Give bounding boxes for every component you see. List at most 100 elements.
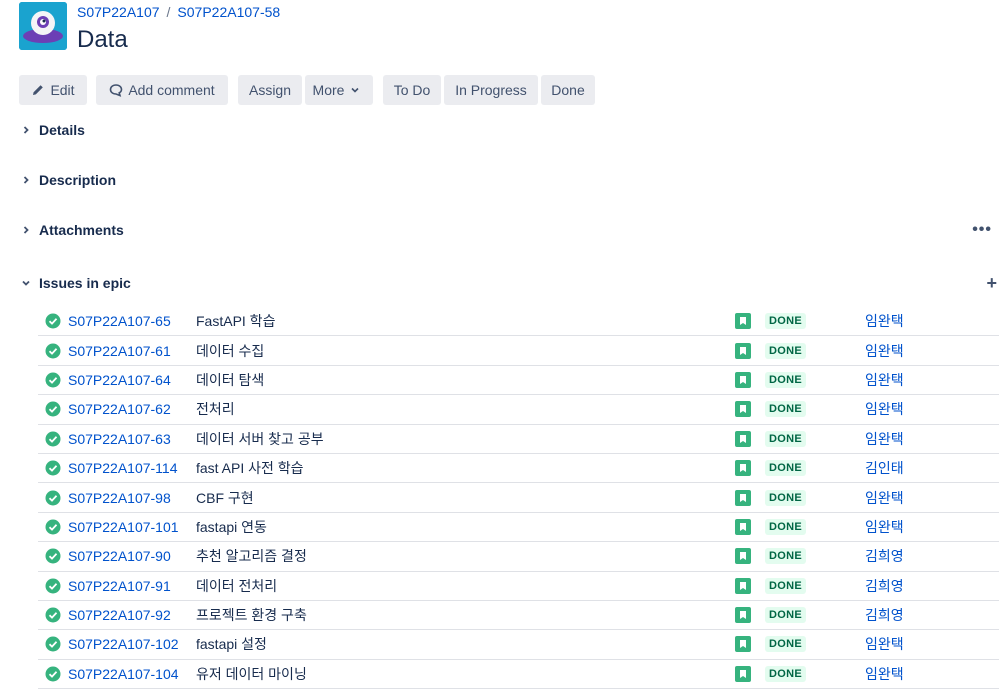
issue-row[interactable]: S07P22A107-98 CBF 구현 DONE 임완택 [38, 483, 999, 513]
more-button[interactable]: More [305, 75, 373, 105]
story-icon [735, 577, 751, 594]
issue-row[interactable]: S07P22A107-91 데이터 전처리 DONE 김희영 [38, 572, 999, 601]
issue-row[interactable]: S07P22A107-64 데이터 탐색 DONE 임완택 [38, 366, 999, 396]
issue-key-link[interactable]: S07P22A107-92 [68, 607, 171, 623]
assignee-link[interactable]: 임완택 [865, 429, 904, 449]
story-icon [735, 313, 751, 330]
story-icon [735, 548, 751, 565]
issue-summary: CBF 구현 [196, 489, 254, 506]
chevron-right-icon [19, 173, 33, 187]
issue-row[interactable]: S07P22A107-90 추천 알고리즘 결정 DONE 김희영 [38, 542, 999, 572]
resolved-check-icon [45, 607, 61, 623]
issue-row[interactable]: S07P22A107-114 fast API 사전 학습 DONE 김인태 [38, 454, 999, 484]
issue-row[interactable]: S07P22A107-92 프로젝트 환경 구축 DONE 김희영 [38, 601, 999, 631]
transition-todo-button[interactable]: To Do [383, 75, 441, 105]
resolved-check-icon [45, 401, 61, 417]
resolved-check-icon [45, 490, 61, 506]
story-icon [735, 460, 751, 477]
attachments-more-icon[interactable]: ••• [972, 221, 992, 239]
assign-button[interactable]: Assign [238, 75, 302, 105]
breadcrumb-epic-link[interactable]: S07P22A107-58 [177, 4, 280, 20]
issue-key-link[interactable]: S07P22A107-64 [68, 372, 171, 388]
details-section-title: Details [39, 122, 85, 138]
assignee-link[interactable]: 김인태 [865, 458, 904, 478]
resolved-check-icon [45, 636, 61, 652]
resolved-check-icon [45, 578, 61, 594]
issue-row[interactable]: S07P22A107-102 fastapi 설정 DONE 임완택 [38, 630, 999, 660]
transition-done-button[interactable]: Done [541, 75, 595, 105]
issue-header: S07P22A107 / S07P22A107-58 Data [19, 0, 280, 60]
assignee-link[interactable]: 임완택 [865, 488, 904, 508]
issues-in-epic-section-title: Issues in epic [39, 275, 131, 291]
story-icon [735, 518, 751, 535]
status-badge: DONE [765, 460, 806, 477]
status-badge: DONE [765, 636, 806, 653]
issue-row[interactable]: S07P22A107-61 데이터 수집 DONE 임완택 [38, 336, 999, 366]
issue-summary: 데이터 수집 [196, 342, 265, 359]
assignee-link[interactable]: 임완택 [865, 341, 904, 361]
story-icon [735, 607, 751, 624]
assignee-link[interactable]: 임완택 [865, 664, 904, 684]
details-section-toggle[interactable]: Details [19, 120, 85, 140]
assignee-link[interactable]: 김희영 [865, 605, 904, 625]
assignee-link[interactable]: 임완택 [865, 517, 904, 537]
resolved-check-icon [45, 343, 61, 359]
issues-in-epic-section-toggle[interactable]: Issues in epic [19, 273, 131, 293]
description-section-title: Description [39, 172, 117, 188]
issue-key-link[interactable]: S07P22A107-91 [68, 578, 171, 594]
issue-row[interactable]: S07P22A107-63 데이터 서버 찾고 공부 DONE 임완택 [38, 425, 999, 454]
alien-icon [19, 2, 67, 50]
resolved-check-icon [45, 431, 61, 447]
chevron-right-icon [19, 123, 33, 137]
resolved-check-icon [45, 372, 61, 388]
resolved-check-icon [45, 548, 61, 564]
chevron-down-icon [19, 276, 33, 290]
issue-row[interactable]: S07P22A107-65 FastAPI 학습 DONE 임완택 [38, 307, 999, 337]
comment-icon [110, 84, 123, 97]
story-icon [735, 342, 751, 359]
more-button-label: More [312, 82, 345, 98]
edit-button-label: Edit [50, 82, 75, 98]
status-badge: DONE [765, 665, 806, 682]
transition-in-progress-button[interactable]: In Progress [444, 75, 538, 105]
issue-key-link[interactable]: S07P22A107-98 [68, 490, 171, 506]
page-title: Data [77, 26, 128, 53]
issue-key-link[interactable]: S07P22A107-62 [68, 401, 171, 417]
issue-row[interactable]: S07P22A107-62 전처리 DONE 임완택 [38, 395, 999, 425]
issue-key-link[interactable]: S07P22A107-61 [68, 343, 171, 359]
assignee-link[interactable]: 임완택 [865, 311, 904, 331]
issue-summary: fastapi 연동 [196, 518, 267, 535]
status-badge: DONE [765, 342, 806, 359]
assignee-link[interactable]: 임완택 [865, 370, 904, 390]
issue-key-link[interactable]: S07P22A107-65 [68, 313, 171, 329]
assignee-link[interactable]: 임완택 [865, 399, 904, 419]
attachments-section-toggle[interactable]: Attachments [19, 220, 124, 240]
issue-key-link[interactable]: S07P22A107-90 [68, 548, 171, 564]
issue-key-link[interactable]: S07P22A107-104 [68, 666, 179, 682]
issue-key-link[interactable]: S07P22A107-63 [68, 431, 171, 447]
assignee-link[interactable]: 임완택 [865, 634, 904, 654]
breadcrumb-separator: / [166, 4, 171, 20]
assignee-link[interactable]: 김희영 [865, 546, 904, 566]
breadcrumb: S07P22A107 / S07P22A107-58 [77, 4, 280, 20]
story-icon [735, 371, 751, 388]
edit-button[interactable]: Edit [19, 75, 87, 105]
add-comment-button[interactable]: Add comment [96, 75, 228, 105]
status-badge: DONE [765, 577, 806, 594]
description-section-toggle[interactable]: Description [19, 170, 116, 190]
issue-row[interactable]: S07P22A107-101 fastapi 연동 DONE 임완택 [38, 513, 999, 543]
status-badge: DONE [765, 430, 806, 447]
issue-summary: 전처리 [196, 401, 235, 418]
issue-key-link[interactable]: S07P22A107-101 [68, 519, 179, 535]
chevron-down-icon [351, 87, 360, 93]
issue-row[interactable]: S07P22A107-104 유저 데이터 마이닝 DONE 임완택 [38, 660, 999, 690]
add-issue-plus-icon[interactable]: + [986, 273, 997, 294]
breadcrumb-project-link[interactable]: S07P22A107 [77, 4, 160, 20]
chevron-right-icon [19, 223, 33, 237]
issue-summary: 프로젝트 환경 구축 [196, 607, 307, 624]
issue-key-link[interactable]: S07P22A107-114 [68, 460, 178, 476]
issue-key-link[interactable]: S07P22A107-102 [68, 636, 179, 652]
project-avatar[interactable] [19, 2, 67, 50]
issue-summary: 추천 알고리즘 결정 [196, 548, 307, 565]
assignee-link[interactable]: 김희영 [865, 576, 904, 596]
